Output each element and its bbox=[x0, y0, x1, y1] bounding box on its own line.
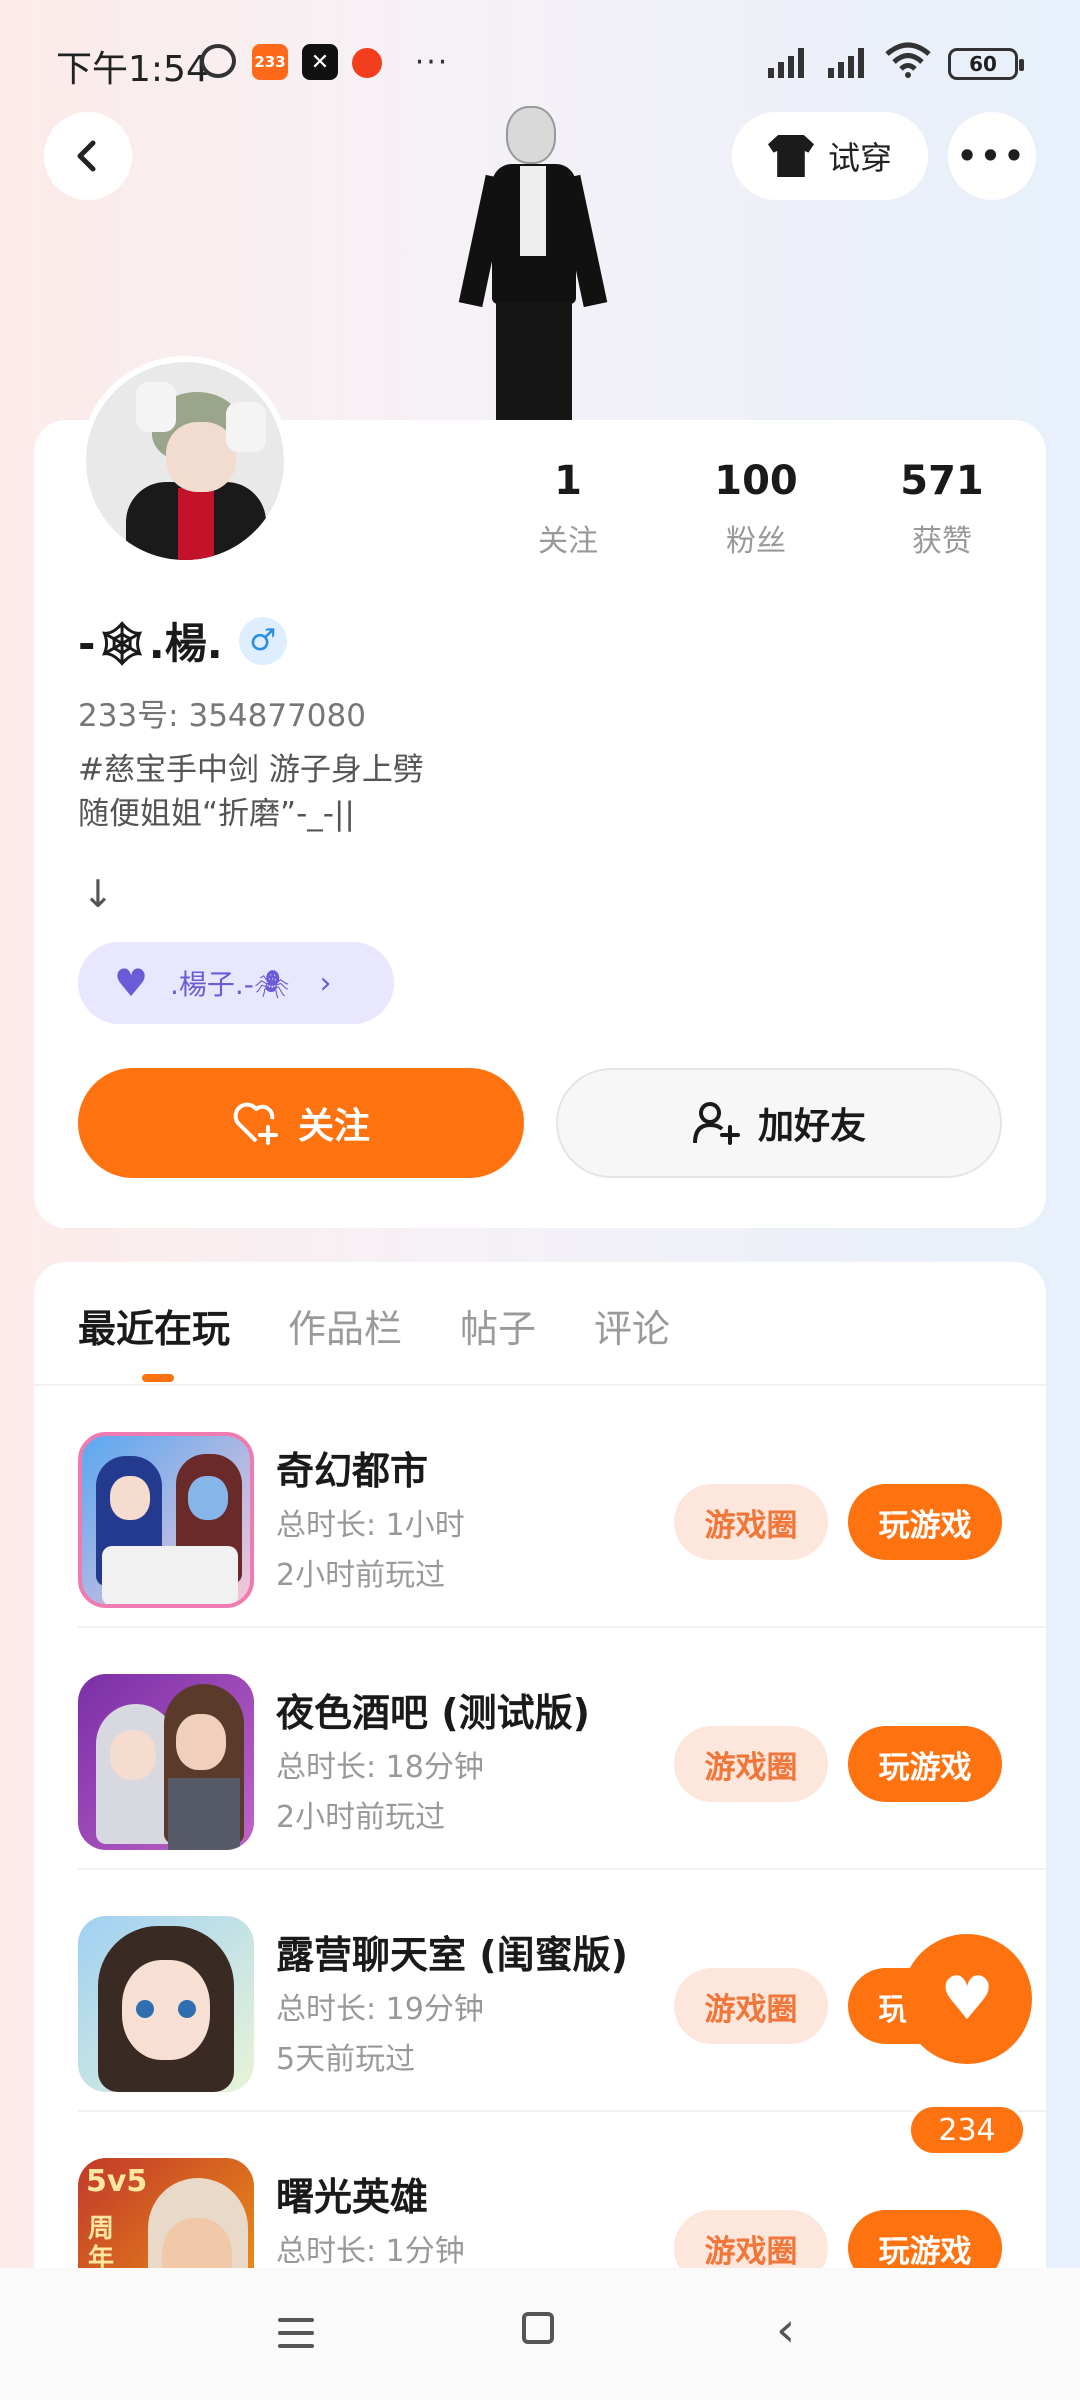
game-last-played: 5天前玩过 bbox=[276, 2042, 416, 2077]
play-game-button[interactable]: 玩游戏 bbox=[848, 1484, 1002, 1560]
game-row[interactable]: 奇幻都市 总时长: 1小时 2小时前玩过 游戏圈 玩游戏 bbox=[34, 1386, 1046, 1628]
game-icon-night-bar[interactable] bbox=[78, 1674, 254, 1850]
alarm-icon bbox=[200, 44, 236, 78]
add-user-icon bbox=[692, 1102, 740, 1145]
app-233-icon: 233 bbox=[252, 44, 288, 80]
signal-icon-1 bbox=[768, 46, 804, 78]
like-button[interactable]: ♥ bbox=[902, 1934, 1032, 2064]
game-icon-camping-chat[interactable] bbox=[78, 1916, 254, 2092]
heart-icon: ♥ bbox=[940, 1964, 994, 2034]
recent-apps-icon[interactable] bbox=[278, 2318, 314, 2348]
follow-label: 关注 bbox=[297, 1106, 370, 1147]
try-on-label: 试穿 bbox=[827, 139, 892, 177]
stat-likes-label: 获赞 bbox=[912, 524, 972, 559]
system-nav-bar: ‹ bbox=[0, 2268, 1080, 2400]
tab-posts[interactable]: 帖子 bbox=[460, 1298, 536, 1353]
battery-icon: 60 bbox=[948, 48, 1024, 80]
like-count: 234 bbox=[908, 2104, 1026, 2156]
username-row: -🕸.楊. ♂ bbox=[78, 610, 287, 671]
chevron-left-icon bbox=[77, 140, 96, 172]
tab-indicator bbox=[142, 1374, 174, 1382]
stat-fans[interactable]: 100 粉丝 bbox=[676, 458, 836, 560]
game-name: 奇幻都市 bbox=[276, 1449, 429, 1493]
stat-fans-count: 100 bbox=[714, 458, 798, 504]
heart-plus-icon bbox=[233, 1102, 278, 1145]
avatar-figure[interactable] bbox=[458, 106, 608, 422]
more-options-button[interactable]: ••• bbox=[948, 112, 1036, 200]
game-circle-button[interactable]: 游戏圈 bbox=[674, 1484, 828, 1560]
arrow-down-icon: ↓ bbox=[82, 872, 114, 916]
relationship-tag-label: .楊子.-🕷 bbox=[170, 968, 290, 1001]
game-row[interactable]: 露营聊天室 (闺蜜版) 总时长: 19分钟 5天前玩过 游戏圈 玩游戏 bbox=[34, 1870, 1046, 2112]
status-time: 下午1:54 bbox=[56, 49, 209, 90]
home-icon[interactable] bbox=[522, 2312, 554, 2344]
game-name: 夜色酒吧 (测试版) bbox=[276, 1691, 590, 1735]
status-bar: 下午1:54 233 ✕ ··· 60 bbox=[0, 0, 1080, 120]
follow-button[interactable]: 关注 bbox=[78, 1068, 524, 1178]
more-notifications-icon: ··· bbox=[414, 44, 450, 80]
game-last-played: 2小时前玩过 bbox=[276, 1558, 446, 1593]
play-game-button[interactable]: 玩游戏 bbox=[848, 1726, 1002, 1802]
stat-fans-label: 粉丝 bbox=[726, 524, 786, 559]
stat-likes-count: 571 bbox=[900, 458, 984, 504]
game-name: 曙光英雄 bbox=[276, 2175, 429, 2219]
game-circle-button[interactable]: 游戏圈 bbox=[674, 1726, 828, 1802]
signal-icon-2 bbox=[828, 46, 864, 78]
chevron-right-icon: › bbox=[319, 965, 332, 1001]
stat-following-label: 关注 bbox=[538, 524, 598, 559]
game-name: 露营聊天室 (闺蜜版) bbox=[276, 1933, 628, 1977]
capcut-icon: ✕ bbox=[302, 44, 338, 80]
notification-app-icon bbox=[352, 48, 382, 78]
game-duration: 总时长: 18分钟 bbox=[276, 1750, 484, 1785]
try-on-button[interactable]: 试穿 bbox=[732, 112, 928, 200]
game-duration: 总时长: 1小时 bbox=[276, 1508, 465, 1543]
stat-likes[interactable]: 571 获赞 bbox=[862, 458, 1022, 560]
game-icon-fantasy-city[interactable] bbox=[78, 1432, 254, 1608]
back-button[interactable] bbox=[44, 112, 132, 200]
add-friend-button[interactable]: 加好友 bbox=[556, 1068, 1002, 1178]
tab-recently-played[interactable]: 最近在玩 bbox=[78, 1298, 230, 1353]
purple-heart-icon: ♥ bbox=[114, 961, 149, 1005]
bio: #慈宝手中剑 游子身上劈 随便姐姐“折磨”-_-|| bbox=[78, 752, 424, 832]
game-duration: 总时长: 1分钟 bbox=[276, 2234, 465, 2269]
game-last-played: 2小时前玩过 bbox=[276, 1800, 446, 1835]
stat-following-count: 1 bbox=[554, 458, 582, 504]
add-friend-label: 加好友 bbox=[757, 1106, 866, 1147]
stat-following[interactable]: 1 关注 bbox=[488, 458, 648, 560]
relationship-tag[interactable]: ♥ .楊子.-🕷 › bbox=[78, 942, 394, 1024]
game-duration: 总时长: 19分钟 bbox=[276, 1992, 484, 2027]
tab-bar: 最近在玩 作品栏 帖子 评论 bbox=[78, 1298, 670, 1353]
tab-works[interactable]: 作品栏 bbox=[288, 1298, 402, 1353]
tshirt-icon bbox=[767, 135, 814, 177]
back-nav-icon[interactable]: ‹ bbox=[776, 2306, 795, 2354]
wifi-icon bbox=[885, 42, 931, 78]
user-id[interactable]: 233号: 354877080 bbox=[78, 690, 366, 735]
username: -🕸.楊. bbox=[78, 619, 223, 668]
more-dots-icon: ••• bbox=[956, 137, 1028, 175]
male-gender-icon: ♂ bbox=[238, 616, 287, 665]
game-circle-button[interactable]: 游戏圈 bbox=[674, 1968, 828, 2044]
avatar[interactable] bbox=[80, 356, 290, 566]
tab-comments[interactable]: 评论 bbox=[594, 1298, 670, 1353]
games-list-card: 最近在玩 作品栏 帖子 评论 奇幻都市 总时长: 1小时 2小时前玩过 游戏圈 … bbox=[34, 1262, 1046, 2400]
game-row[interactable]: 夜色酒吧 (测试版) 总时长: 18分钟 2小时前玩过 游戏圈 玩游戏 bbox=[34, 1628, 1046, 1870]
